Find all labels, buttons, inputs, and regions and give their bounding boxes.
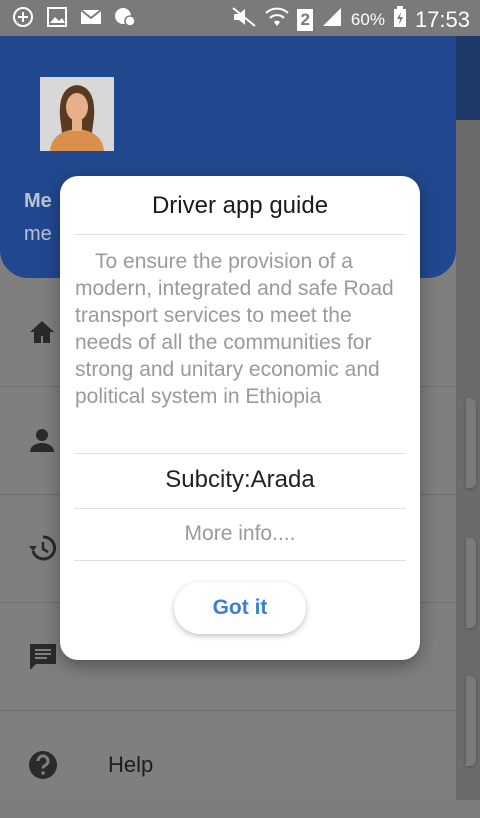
divider bbox=[74, 234, 406, 235]
got-it-button[interactable]: Got it bbox=[174, 582, 306, 634]
driver-guide-dialog: Driver app guide To ensure the provision… bbox=[60, 176, 420, 660]
menu-item-help[interactable]: Help bbox=[0, 710, 456, 818]
user-email: me bbox=[24, 223, 52, 245]
comment-icon bbox=[28, 642, 56, 670]
background-card bbox=[466, 538, 476, 628]
home-icon bbox=[28, 318, 56, 346]
notification-icons bbox=[12, 6, 136, 28]
wifi-icon bbox=[265, 6, 290, 34]
dialog-body: To ensure the provision of a modern, int… bbox=[75, 248, 410, 410]
subcity-label: Subcity:Arada bbox=[165, 466, 315, 493]
chat-icon bbox=[114, 6, 136, 28]
battery-icon bbox=[393, 6, 407, 34]
background-appbar bbox=[456, 36, 480, 120]
status-bar: 2 60% 17:53 bbox=[0, 0, 480, 36]
add-circle-icon bbox=[12, 6, 34, 28]
divider bbox=[74, 560, 406, 561]
system-icons: 2 60% 17:53 bbox=[231, 6, 470, 34]
sim-slot-badge: 2 bbox=[297, 9, 313, 31]
history-icon bbox=[28, 534, 56, 562]
more-info-link[interactable]: More info.... bbox=[60, 522, 420, 546]
help-icon bbox=[28, 750, 57, 779]
background-card bbox=[466, 398, 476, 488]
mail-icon bbox=[80, 6, 102, 28]
menu-item-label: Help bbox=[108, 752, 154, 777]
battery-percent: 60% bbox=[350, 10, 385, 29]
dialog-title: Driver app guide bbox=[151, 192, 329, 219]
background-card bbox=[466, 676, 476, 766]
user-name: Me bbox=[24, 190, 52, 212]
avatar[interactable] bbox=[40, 77, 114, 151]
mute-icon bbox=[231, 6, 257, 34]
person-icon bbox=[28, 426, 56, 454]
clock: 17:53 bbox=[414, 7, 470, 32]
signal-icon bbox=[321, 6, 343, 34]
divider bbox=[74, 453, 406, 454]
divider bbox=[74, 508, 406, 509]
background-content bbox=[456, 36, 480, 800]
mission-text: To ensure the provision of a modern, int… bbox=[75, 250, 394, 408]
gallery-icon bbox=[46, 6, 68, 28]
